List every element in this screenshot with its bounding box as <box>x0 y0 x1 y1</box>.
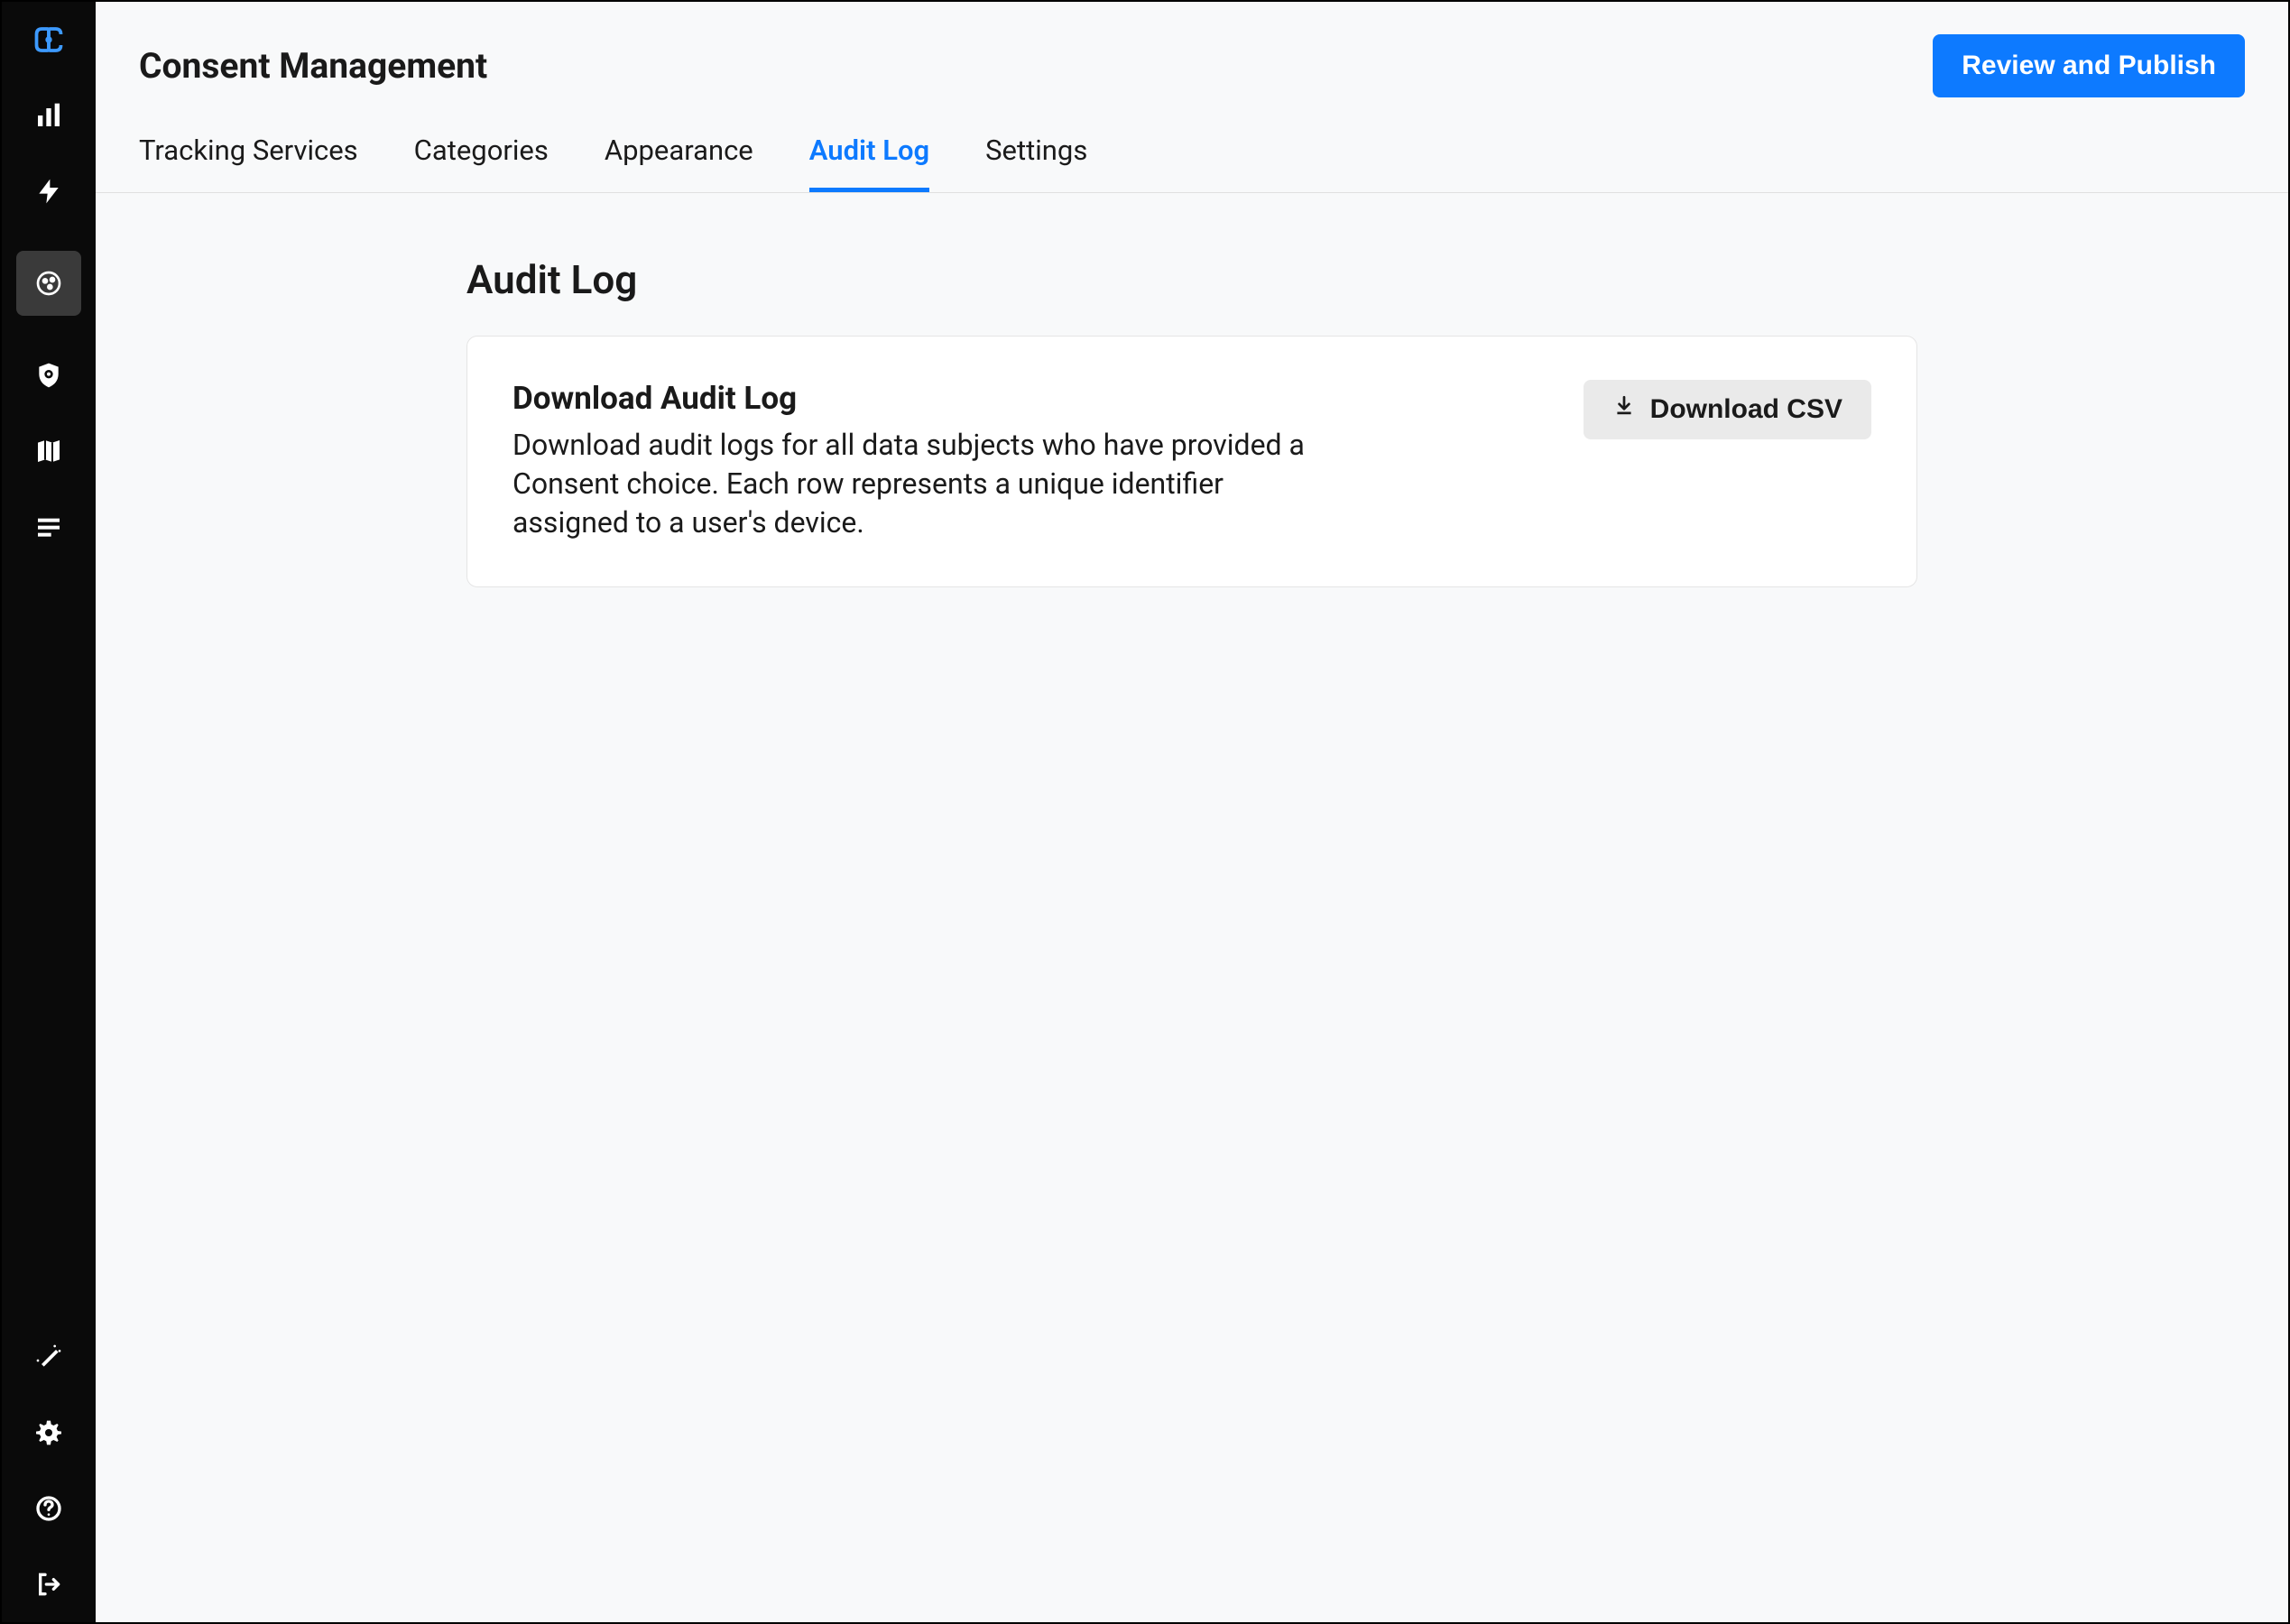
logo-icon[interactable] <box>32 23 65 56</box>
content-inner: Audit Log Download Audit Log Download au… <box>466 256 1917 587</box>
tab-appearance[interactable]: Appearance <box>605 134 753 192</box>
lightning-icon[interactable] <box>32 175 65 208</box>
header-row: Consent Management Review and Publish <box>139 34 2245 97</box>
list-icon[interactable] <box>32 511 65 543</box>
download-button-label: Download CSV <box>1650 394 1842 425</box>
privacy-shield-icon[interactable] <box>32 359 65 392</box>
sidebar-bottom-group <box>32 1341 65 1601</box>
help-icon[interactable] <box>32 1492 65 1525</box>
download-card: Download Audit Log Download audit logs f… <box>466 336 1917 587</box>
magic-wand-icon[interactable] <box>32 1341 65 1373</box>
review-publish-button[interactable]: Review and Publish <box>1933 34 2245 97</box>
tab-nav: Tracking Services Categories Appearance … <box>139 134 2245 192</box>
card-description: Download audit logs for all data subject… <box>512 426 1307 543</box>
page-header: Consent Management Review and Publish Tr… <box>96 2 2288 193</box>
main-content: Consent Management Review and Publish Tr… <box>96 2 2288 1622</box>
tab-categories[interactable]: Categories <box>414 134 549 192</box>
sidebar-top-group <box>16 23 81 1341</box>
tab-tracking-services[interactable]: Tracking Services <box>139 134 358 192</box>
page-title: Consent Management <box>139 45 487 87</box>
logout-icon[interactable] <box>32 1568 65 1601</box>
consent-icon[interactable] <box>16 251 81 316</box>
download-icon <box>1612 394 1636 425</box>
sidebar-nav <box>2 2 96 1622</box>
tab-audit-log[interactable]: Audit Log <box>809 134 929 192</box>
map-icon[interactable] <box>32 435 65 467</box>
card-title: Download Audit Log <box>512 380 1307 417</box>
settings-gear-icon[interactable] <box>32 1416 65 1449</box>
content-heading: Audit Log <box>466 256 1917 303</box>
card-text: Download Audit Log Download audit logs f… <box>512 380 1307 543</box>
content-area: Audit Log Download Audit Log Download au… <box>96 193 2288 651</box>
tab-settings[interactable]: Settings <box>985 134 1087 192</box>
analytics-icon[interactable] <box>32 99 65 132</box>
download-csv-button[interactable]: Download CSV <box>1584 380 1871 439</box>
